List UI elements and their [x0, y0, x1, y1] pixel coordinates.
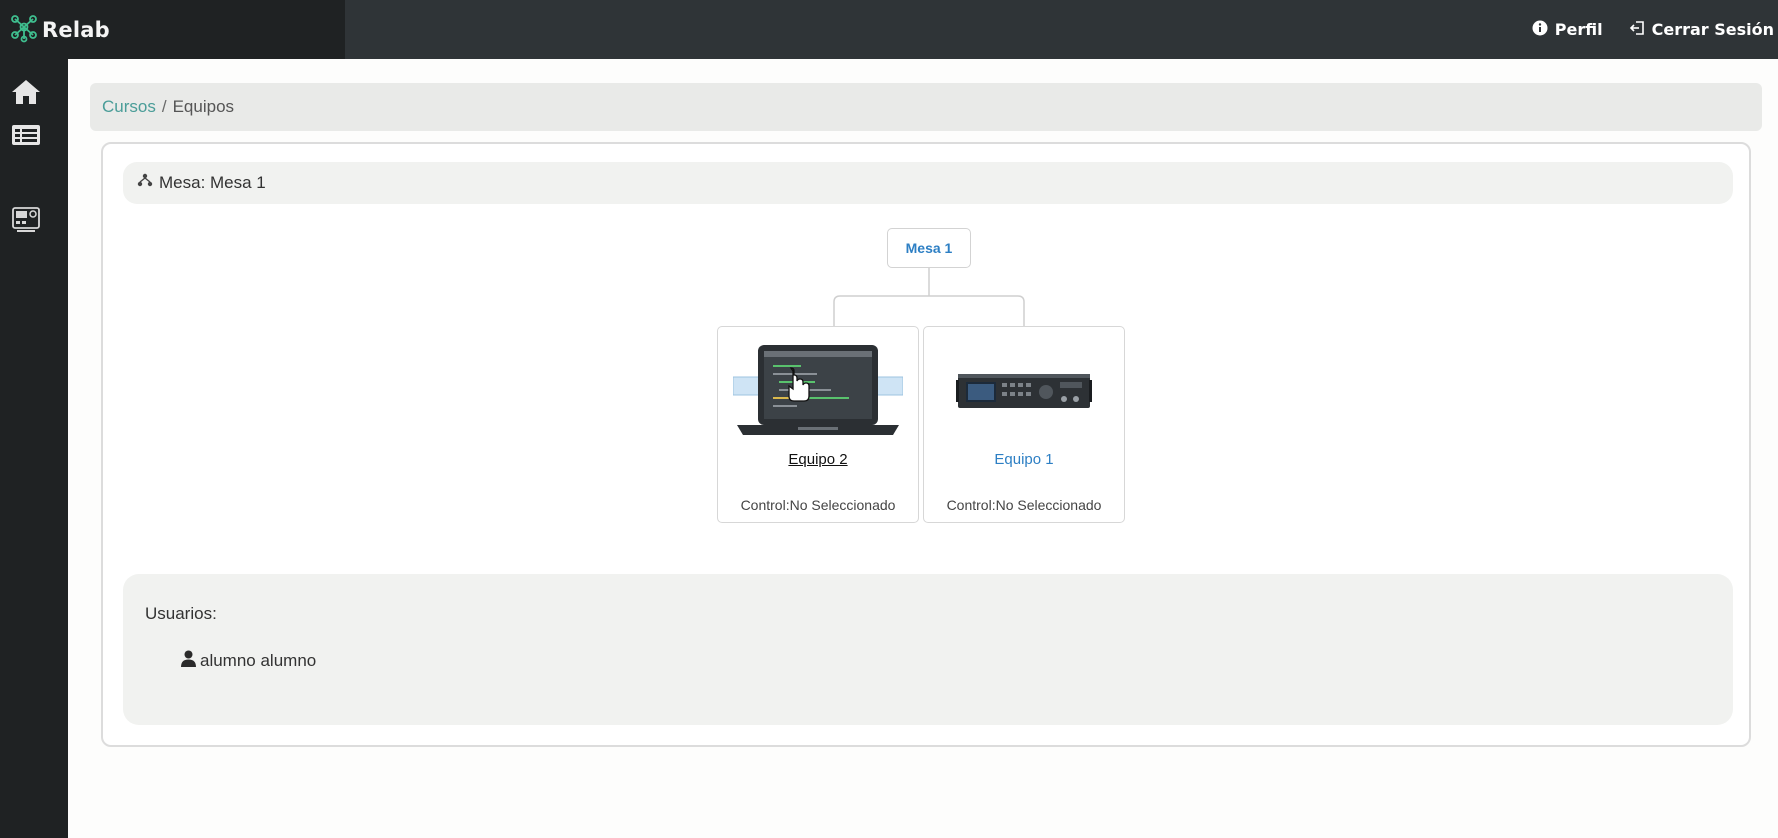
network-icon [137, 173, 159, 194]
sidebar [0, 59, 68, 838]
mesa-title: Mesa: Mesa 1 [159, 173, 266, 192]
relab-logo-icon [8, 11, 40, 48]
list-icon [10, 120, 42, 155]
equipo-control-status: Control:No Seleccionado [740, 497, 896, 513]
logout-label: Cerrar Sesión [1651, 20, 1774, 39]
equipo-name[interactable]: Equipo 2 [718, 451, 918, 468]
users-panel: Usuarios: alumno alumno [123, 574, 1733, 725]
equipo-name[interactable]: Equipo 1 [924, 451, 1124, 468]
top-navbar: Relab Perfil Cerrar Sesión [0, 0, 1778, 59]
users-title: Usuarios: [145, 604, 217, 623]
home-icon [10, 77, 42, 112]
logout-icon [1629, 20, 1645, 40]
mesa-header: Mesa: Mesa 1 [123, 162, 1733, 204]
user-info-icon [1532, 20, 1548, 40]
breadcrumb-current: Equipos [172, 97, 235, 116]
app-name: Relab [42, 17, 110, 42]
breadcrumb-link-cursos[interactable]: Cursos [102, 97, 156, 117]
user-list-item: alumno alumno [181, 650, 316, 672]
breadcrumb: Cursos / Equipos [90, 83, 1762, 131]
user-icon [181, 650, 200, 672]
sidebar-item-list[interactable] [10, 122, 42, 152]
equipo-card-1[interactable]: Equipo 1 Control:No Seleccionado [923, 326, 1125, 523]
header-actions: Perfil Cerrar Sesión [1532, 0, 1774, 59]
equipo-card-2[interactable]: Equipo 2 Control:No Seleccionado [717, 326, 919, 523]
mesa-card: Mesa: Mesa 1 Mesa 1 Equipo 2 Control:No … [101, 142, 1751, 747]
equipo-control-status: Control:No Seleccionado [946, 497, 1102, 513]
logout-link[interactable]: Cerrar Sesión [1629, 20, 1774, 40]
mesa-root-node[interactable]: Mesa 1 [887, 228, 971, 268]
user-name: alumno alumno [200, 651, 317, 670]
brand[interactable]: Relab [0, 0, 345, 59]
profile-link[interactable]: Perfil [1532, 20, 1603, 40]
lab-equipment-icon [10, 205, 42, 240]
sidebar-item-equipment[interactable] [10, 205, 42, 240]
instrument-image [924, 341, 1124, 441]
sidebar-item-home[interactable] [10, 79, 42, 109]
laptop-image [718, 341, 918, 441]
breadcrumb-separator: / [161, 97, 167, 116]
profile-label: Perfil [1554, 20, 1603, 39]
